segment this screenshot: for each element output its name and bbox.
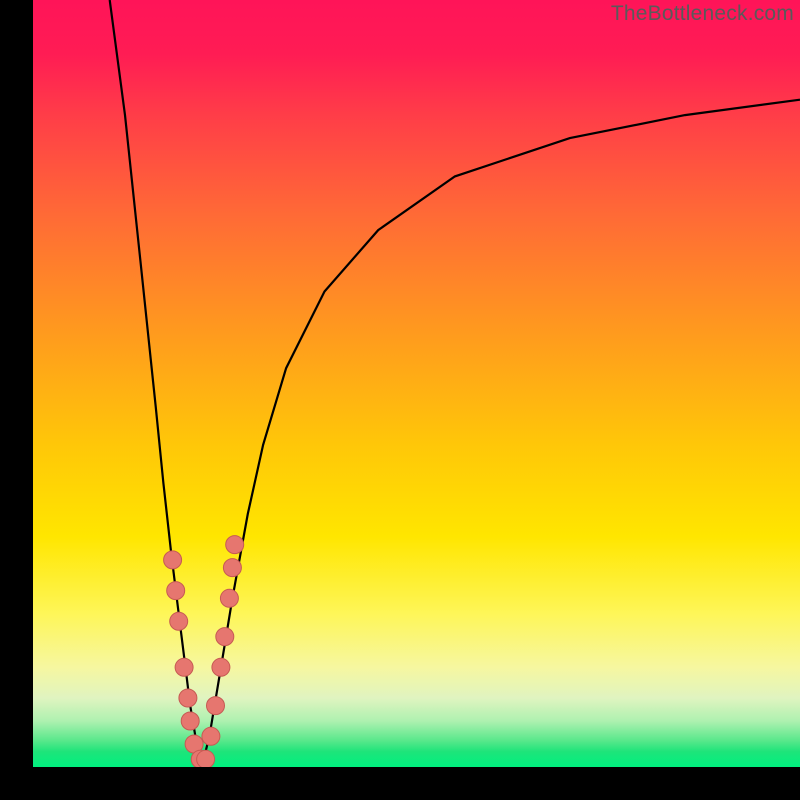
marker-dot [181, 712, 199, 730]
marker-dot [207, 697, 225, 715]
marker-dot [175, 658, 193, 676]
marker-cluster [164, 536, 244, 767]
marker-dot [167, 582, 185, 600]
chart-frame: TheBottleneck.com [0, 0, 800, 800]
marker-dot [223, 559, 241, 577]
right-branch-line [202, 100, 800, 767]
marker-dot [212, 658, 230, 676]
marker-dot [197, 750, 215, 767]
marker-dot [179, 689, 197, 707]
marker-dot [220, 589, 238, 607]
marker-dot [164, 551, 182, 569]
curve-layer [33, 0, 800, 767]
marker-dot [170, 612, 188, 630]
marker-dot [226, 536, 244, 554]
marker-dot [216, 628, 234, 646]
left-branch-line [110, 0, 202, 767]
plot-area: TheBottleneck.com [33, 0, 800, 767]
marker-dot [202, 727, 220, 745]
